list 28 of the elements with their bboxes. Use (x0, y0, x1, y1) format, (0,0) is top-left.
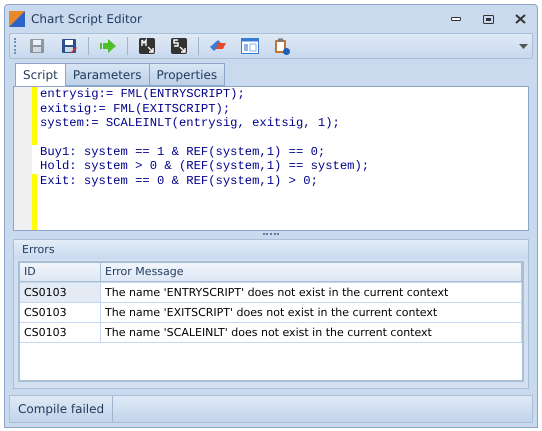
restore-icon (482, 14, 494, 24)
code-line: Buy1: system == 1 & REF(system,1) == 0; (40, 144, 326, 159)
code-line: Exit: system == 0 & REF(system,1) > 0; (40, 174, 318, 188)
eraser-icon (209, 38, 227, 54)
column-header[interactable]: Error Message (101, 263, 522, 282)
code-line: exitsig:= FML(EXITSCRIPT); (40, 102, 230, 116)
status-text: Compile failed (10, 396, 114, 422)
column-header[interactable]: ID (20, 263, 101, 282)
splitter-grip[interactable] (263, 233, 279, 237)
code-editor[interactable] (13, 86, 529, 231)
tab[interactable]: Script (15, 63, 66, 86)
floppy-icon (29, 38, 45, 54)
clipboard-info-icon (274, 38, 290, 54)
floppy-icon (61, 38, 77, 54)
tab[interactable]: Parameters (64, 63, 150, 86)
window-layout-icon (241, 38, 259, 54)
minimize-icon (451, 17, 461, 21)
table-cell: CS0103 (20, 283, 101, 302)
dropdown-caret-icon[interactable] (519, 44, 528, 48)
panel-title: Errors (14, 240, 528, 259)
arrow-right-icon (99, 38, 117, 54)
tab[interactable]: Properties (148, 63, 226, 86)
chart-app-icon (9, 11, 25, 27)
window-title: Chart Script Editor (31, 12, 143, 26)
code-line: system:= SCALEINLT(entrysig, exitsig, 1); (40, 116, 340, 130)
code-line: entrysig:= FML(ENTRYSCRIPT); (40, 87, 245, 102)
close-icon (514, 14, 526, 24)
code-line: Hold: system > 0 & (REF(system,1) == system); (40, 159, 370, 174)
